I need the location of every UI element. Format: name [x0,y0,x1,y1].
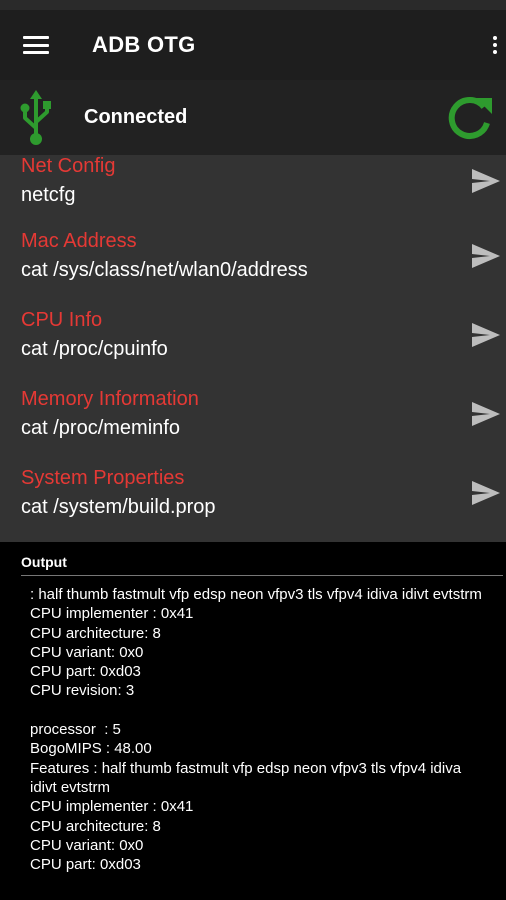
command-text: netcfg [21,184,76,206]
command-text: cat /proc/cpuinfo [21,338,168,360]
command-title: CPU Info [21,309,103,331]
command-title: Mac Address [21,230,137,252]
send-icon[interactable] [472,244,500,268]
command-text: cat /proc/meminfo [21,417,180,439]
app-toolbar: ADB OTG [0,10,506,80]
app-title: ADB OTG [92,32,196,57]
command-title: System Properties [21,467,185,489]
more-vert-icon[interactable] [492,36,498,56]
command-item-mac-address[interactable]: Mac Address cat /sys/class/net/wlan0/add… [0,230,506,309]
send-icon[interactable] [472,481,500,505]
output-panel[interactable]: Output : half thumb fastmult vfp edsp ne… [0,542,506,900]
command-list: Net Config netcfg Mac Address cat /sys/c… [0,155,506,542]
connection-bar: Connected [0,80,506,155]
command-item-system-properties[interactable]: System Properties cat /system/build.prop [0,467,506,546]
menu-icon[interactable] [23,36,49,54]
send-icon[interactable] [472,169,500,193]
command-text: cat /sys/class/net/wlan0/address [21,259,308,281]
send-icon[interactable] [472,323,500,347]
usb-icon [20,89,51,145]
command-title: Net Config [21,155,116,177]
command-title: Memory Information [21,388,199,410]
output-label: Output [21,554,67,570]
command-item-cpu-info[interactable]: CPU Info cat /proc/cpuinfo [0,309,506,388]
command-item-net-config[interactable]: Net Config netcfg [0,155,506,230]
command-text: cat /system/build.prop [21,496,216,518]
send-icon[interactable] [472,402,500,426]
output-divider [21,575,503,576]
refresh-icon[interactable] [446,94,494,142]
output-text: : half thumb fastmult vfp edsp neon vfpv… [30,586,482,874]
connection-status: Connected [84,106,188,128]
status-bar [0,0,506,10]
command-item-memory-information[interactable]: Memory Information cat /proc/meminfo [0,388,506,467]
